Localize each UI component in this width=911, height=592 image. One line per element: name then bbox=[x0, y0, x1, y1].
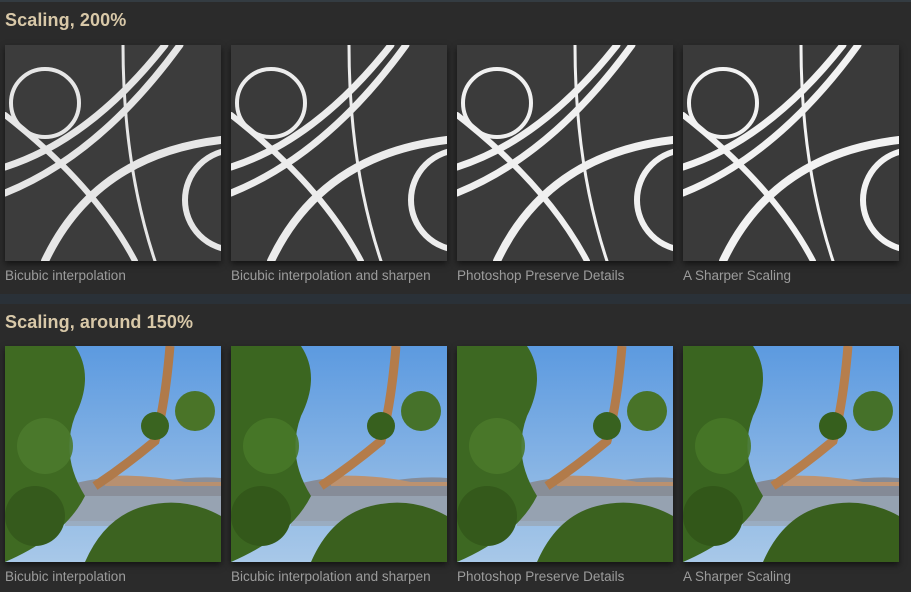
section-scaling-200: Scaling, 200% Bicubic interpolation Bicu… bbox=[0, 0, 911, 294]
section-title: Scaling, around 150% bbox=[5, 312, 194, 332]
caption-sharper-scaling: A Sharper Scaling bbox=[683, 569, 792, 584]
tree-photo-bicubic-sharpen bbox=[231, 346, 447, 562]
section-title: Scaling, 200% bbox=[5, 10, 127, 30]
caption-bicubic-sharpen: Bicubic interpolation and sharpen bbox=[231, 569, 431, 584]
arc-image-preserve-details bbox=[457, 45, 673, 261]
tree-photo-sharper-scaling bbox=[683, 346, 899, 562]
caption-bicubic-sharpen: Bicubic interpolation and sharpen bbox=[231, 268, 431, 283]
caption-preserve-details: Photoshop Preserve Details bbox=[457, 569, 625, 584]
caption-sharper-scaling: A Sharper Scaling bbox=[683, 268, 792, 283]
section-scaling-150: Scaling, around 150% Bicubic interpolati… bbox=[0, 304, 911, 592]
caption-bicubic: Bicubic interpolation bbox=[5, 268, 126, 283]
arc-image-bicubic bbox=[5, 45, 221, 261]
tree-photo-preserve-details bbox=[457, 346, 673, 562]
caption-bicubic: Bicubic interpolation bbox=[5, 569, 126, 584]
tree-photo-bicubic bbox=[5, 346, 221, 562]
caption-preserve-details: Photoshop Preserve Details bbox=[457, 268, 625, 283]
arc-image-bicubic-sharpen bbox=[231, 45, 447, 261]
arc-image-sharper-scaling bbox=[683, 45, 899, 261]
